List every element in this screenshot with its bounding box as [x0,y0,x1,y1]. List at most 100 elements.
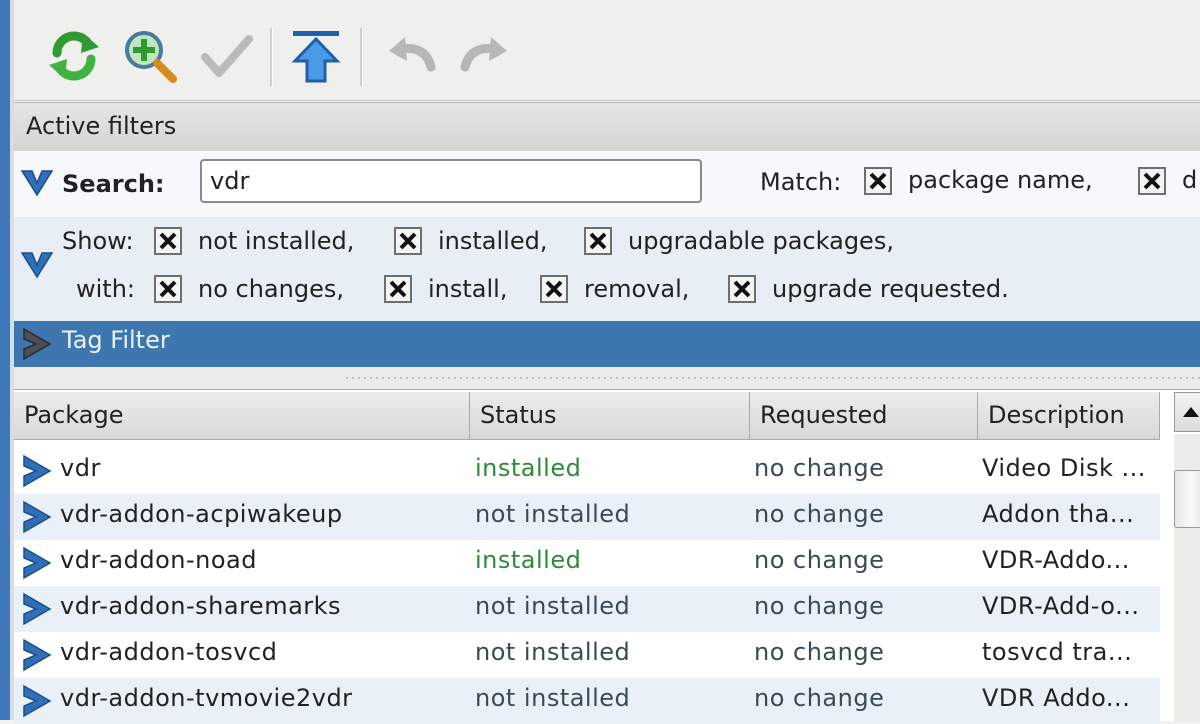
show-upgradable-checkbox[interactable] [584,227,612,255]
chevron-right-icon[interactable] [20,684,54,718]
table-row[interactable]: vdr-addon-tvmovie2vdr not installed no c… [14,678,1160,724]
show-not-installed-checkbox[interactable] [154,227,182,255]
chevron-down-icon[interactable] [20,247,54,281]
with-option-label: removal, [584,275,690,303]
show-option-label: upgradable packages, [628,227,894,255]
package-status: not installed [475,592,631,620]
package-requested: no change [754,684,885,712]
package-requested: no change [754,638,885,666]
package-description: Video Disk ... [982,454,1146,482]
chevron-right-icon[interactable] [20,592,54,626]
match-option-label: package name, [908,166,1093,194]
checkbox-x-icon [589,232,607,250]
package-table: Package Status Requested Description vdr… [14,389,1200,724]
package-status: installed [475,546,582,574]
package-description: VDR-Add-o... [982,592,1140,620]
column-header-label: Description [988,401,1125,429]
table-row[interactable]: vdr-addon-sharemarks not installed no ch… [14,586,1160,632]
toolbar [14,0,1200,101]
redo-icon[interactable] [454,24,518,88]
column-header-status[interactable]: Status [470,392,750,440]
chevron-down-icon[interactable] [20,165,54,199]
package-status: installed [475,454,582,482]
match-label: Match: [760,168,842,196]
table-row[interactable]: vdr-addon-noad installed no change VDR-A… [14,540,1160,586]
arrow-up-icon [1183,407,1199,417]
active-filters-header[interactable]: Active filters [14,102,1200,152]
chevron-right-icon[interactable] [20,454,54,488]
column-header-requested[interactable]: Requested [750,392,978,440]
package-description: Addon tha... [982,500,1135,528]
search-label: Search: [62,170,165,198]
checkbox-x-icon [159,232,177,250]
match-description-checkbox[interactable] [1138,167,1166,195]
tag-filter-label: Tag Filter [62,326,170,354]
package-name: vdr-addon-sharemarks [60,592,342,620]
match-option-label: d [1182,166,1198,194]
scroll-up-button[interactable] [1174,392,1200,432]
column-header-label: Requested [760,401,888,429]
match-package-name-checkbox[interactable] [864,167,892,195]
checkbox-x-icon [399,232,417,250]
with-option-label: upgrade requested. [772,275,1009,303]
package-status: not installed [475,638,631,666]
toolbar-separator [360,28,363,86]
package-status: not installed [475,500,631,528]
search-row: Search: Match: package name, d [14,151,1200,217]
checkbox-x-icon [869,172,887,190]
checkbox-x-icon [545,280,563,298]
active-filters-title: Active filters [26,112,177,140]
package-name: vdr-addon-tvmovie2vdr [60,684,353,712]
filters-panel: Search: Match: package name, d Show: not… [14,151,1200,321]
with-no-changes-checkbox[interactable] [154,275,182,303]
apply-check-icon[interactable] [194,24,258,88]
chevron-right-icon[interactable] [20,546,54,580]
checkbox-x-icon [1143,172,1161,190]
package-requested: no change [754,592,885,620]
column-header-description[interactable]: Description [978,392,1160,440]
splitter-grip [344,376,1200,380]
with-install-checkbox[interactable] [384,275,412,303]
scrollbar-thumb[interactable] [1174,470,1200,528]
pane-splitter[interactable] [14,367,1200,389]
package-name: vdr-addon-noad [60,546,257,574]
package-status: not installed [475,684,631,712]
package-description: VDR-Addo... [982,546,1130,574]
column-header-label: Status [480,401,557,429]
table-row[interactable]: vdr-addon-tosvcd not installed no change… [14,632,1160,678]
show-label: Show: [62,227,134,255]
undo-icon[interactable] [378,24,442,88]
chevron-right-icon [23,327,52,361]
chevron-right-icon[interactable] [20,500,54,534]
upgrade-all-icon[interactable] [284,24,348,88]
toolbar-separator [270,28,273,86]
package-name: vdr-addon-tosvcd [60,638,278,666]
package-description: VDR Addo... [982,684,1131,712]
package-requested: no change [754,546,885,574]
with-upgrade-requested-checkbox[interactable] [728,275,756,303]
show-option-label: installed, [438,227,548,255]
refresh-icon[interactable] [42,24,106,88]
search-input[interactable] [200,159,702,203]
package-description: tosvcd tra... [982,638,1133,666]
package-requested: no change [754,454,885,482]
tag-filter-expander[interactable]: Tag Filter [14,321,1200,367]
zoom-in-icon[interactable] [118,24,182,88]
with-label: with: [76,275,136,303]
with-option-label: no changes, [198,275,344,303]
show-option-label: not installed, [198,227,355,255]
table-row[interactable]: vdr installed no change Video Disk ... [14,448,1160,494]
package-requested: no change [754,500,885,528]
chevron-right-icon[interactable] [20,638,54,672]
with-option-label: install, [428,275,508,303]
package-name: vdr-addon-acpiwakeup [60,500,343,528]
package-name: vdr [60,454,101,482]
show-installed-checkbox[interactable] [394,227,422,255]
column-header-package[interactable]: Package [14,392,470,440]
with-removal-checkbox[interactable] [540,275,568,303]
checkbox-x-icon [159,280,177,298]
table-row[interactable]: vdr-addon-acpiwakeup not installed no ch… [14,494,1160,540]
window-left-border [0,0,10,720]
column-header-label: Package [24,401,124,429]
checkbox-x-icon [733,280,751,298]
